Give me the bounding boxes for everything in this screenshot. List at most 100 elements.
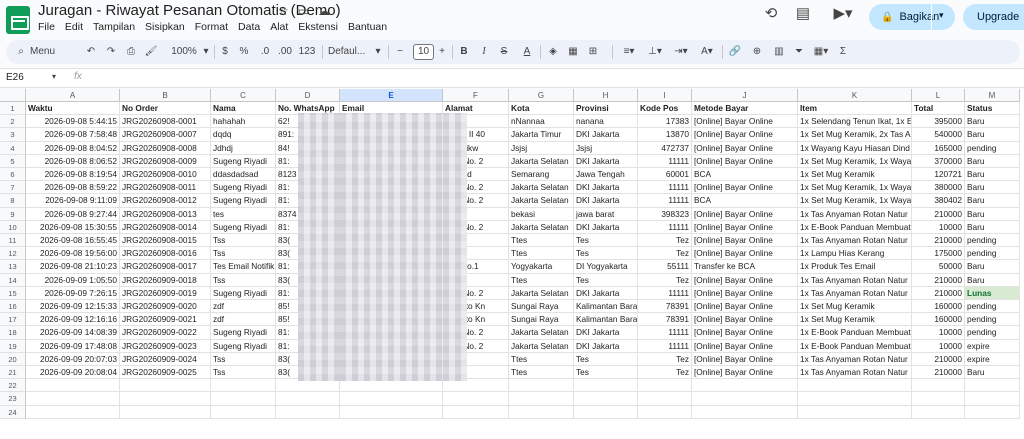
table-cell[interactable]: 2026-09-08 7:58:48 — [26, 128, 120, 142]
table-cell[interactable]: Tez — [638, 234, 692, 248]
name-box-chevron-down-icon[interactable]: ▾ — [52, 72, 56, 81]
column-header-a[interactable]: A — [26, 89, 120, 102]
table-cell[interactable]: 2026-09-09 12:16:16 — [26, 313, 120, 327]
horizontal-align-icon[interactable]: ≡▾ — [620, 40, 638, 64]
font-size-decrease-button[interactable]: − — [394, 40, 406, 64]
table-cell[interactable]: Tes — [574, 234, 638, 248]
table-cell[interactable]: Jakarta Selatan — [509, 220, 574, 234]
table-cell[interactable]: Baru — [965, 181, 1020, 195]
row-header[interactable]: 11 — [0, 234, 26, 248]
row-header[interactable]: 1 — [0, 102, 26, 116]
table-cell[interactable]: 1x Set Mug Keramik — [798, 168, 912, 182]
table-cell[interactable] — [211, 392, 276, 406]
table-cell[interactable]: Ttes — [509, 273, 574, 287]
table-cell[interactable]: Baru — [965, 194, 1020, 208]
table-cell[interactable]: 1x E-Book Panduan Membuat — [798, 326, 912, 340]
table-cell[interactable]: DKI Jakarta — [574, 128, 638, 142]
star-icon[interactable]: ☆ — [278, 4, 289, 18]
table-cell[interactable]: 1x Tas Anyaman Rotan Natur — [798, 366, 912, 380]
table-cell[interactable]: Jakarta Selatan — [509, 154, 574, 168]
row-header[interactable]: 14 — [0, 273, 26, 287]
table-cell[interactable] — [211, 405, 276, 419]
row-header[interactable]: 15 — [0, 286, 26, 300]
table-cell[interactable]: Tez — [638, 366, 692, 380]
table-cell[interactable]: [Online] Bayar Online — [692, 339, 798, 353]
table-cell[interactable]: 380000 — [912, 181, 965, 195]
column-header-j[interactable]: J — [692, 89, 798, 102]
table-cell[interactable]: 78391 — [638, 313, 692, 327]
table-cell[interactable]: [Online] Bayar Online — [692, 286, 798, 300]
table-cell[interactable]: 160000 — [912, 300, 965, 314]
table-cell[interactable]: [Online] Bayar Online — [692, 234, 798, 248]
row-header[interactable]: 5 — [0, 154, 26, 168]
font-size-increase-button[interactable]: + — [436, 40, 448, 64]
table-cell[interactable]: Tss — [211, 247, 276, 261]
table-cell[interactable]: JRG20260909-0022 — [120, 326, 211, 340]
table-cell[interactable]: 55111 — [638, 260, 692, 274]
table-cell[interactable]: [Online] Bayar Online — [692, 300, 798, 314]
header-cell[interactable]: Waktu — [26, 102, 120, 116]
table-cell[interactable]: 2026-09-08 8:59:22 — [26, 181, 120, 195]
table-cell[interactable]: [Online] Bayar Online — [692, 326, 798, 340]
table-cell[interactable]: ddasdadsad — [211, 168, 276, 182]
menu-data[interactable]: Data — [238, 21, 260, 33]
table-cell[interactable]: JRG20260908-0011 — [120, 181, 211, 195]
table-cell[interactable]: 175000 — [912, 247, 965, 261]
table-cell[interactable]: Sungai Raya — [509, 313, 574, 327]
table-cell[interactable]: 2026-09-08 8:04:52 — [26, 141, 120, 155]
zoom-select[interactable]: 100% — [166, 40, 202, 64]
table-cell[interactable]: 11111 — [638, 339, 692, 353]
table-cell[interactable]: DKI Jakarta — [574, 154, 638, 168]
row-header[interactable]: 18 — [0, 326, 26, 340]
column-header-e[interactable]: E — [340, 89, 443, 102]
table-cell[interactable]: 2026-09-08 9:27:44 — [26, 207, 120, 221]
table-cell[interactable]: JRG20260909-0024 — [120, 352, 211, 366]
table-cell[interactable]: 1x Lampu Hias Kerang — [798, 247, 912, 261]
table-cell[interactable]: 2026-09-08 8:19:54 — [26, 168, 120, 182]
table-cell[interactable]: Baru — [965, 115, 1020, 129]
table-cell[interactable]: 1x Set Mug Keramik, 1x Waya — [798, 181, 912, 195]
table-cell[interactable]: nNannaa — [509, 115, 574, 129]
table-cell[interactable]: 2026-09-09 1:05:50 — [26, 273, 120, 287]
table-cell[interactable]: JRG20260908-0015 — [120, 234, 211, 248]
vertical-align-icon[interactable]: ⊥▾ — [646, 40, 664, 64]
table-cell[interactable] — [912, 379, 965, 393]
table-cell[interactable]: 78391 — [638, 300, 692, 314]
table-cell[interactable]: JRG20260909-0021 — [120, 313, 211, 327]
table-cell[interactable]: pending — [965, 313, 1020, 327]
table-cell[interactable]: 210000 — [912, 366, 965, 380]
menu-sisipkan[interactable]: Sisipkan — [145, 21, 185, 33]
table-cell[interactable]: Tes — [574, 366, 638, 380]
table-cell[interactable]: 10000 — [912, 339, 965, 353]
currency-format-button[interactable]: $ — [220, 40, 230, 64]
table-cell[interactable]: Sungai Raya — [509, 300, 574, 314]
meet-icon[interactable]: ▶▾ — [826, 3, 860, 25]
table-cell[interactable]: 380402 — [912, 194, 965, 208]
font-family-select[interactable]: Defaul... — [328, 40, 374, 64]
table-cell[interactable] — [638, 392, 692, 406]
share-dropdown-icon[interactable]: ▾ — [939, 10, 944, 21]
table-cell[interactable]: nanana — [574, 115, 638, 129]
table-cell[interactable]: [Online] Bayar Online — [692, 128, 798, 142]
header-cell[interactable]: Nama — [211, 102, 276, 116]
table-cell[interactable]: JRG20260908-0012 — [120, 194, 211, 208]
filter-views-icon[interactable]: ▦▾ — [812, 40, 830, 64]
text-color-icon[interactable]: A — [520, 40, 534, 64]
table-cell[interactable]: Tes Email Notifik — [211, 260, 276, 274]
table-cell[interactable]: 160000 — [912, 313, 965, 327]
column-header-d[interactable]: D — [276, 89, 340, 102]
table-cell[interactable]: JRG20260909-0023 — [120, 339, 211, 353]
table-cell[interactable]: Baru — [965, 207, 1020, 221]
table-cell[interactable]: 1x Set Mug Keramik — [798, 313, 912, 327]
table-cell[interactable]: BCA — [692, 168, 798, 182]
table-cell[interactable]: pending — [965, 247, 1020, 261]
insert-chart-icon[interactable]: ▥ — [772, 40, 786, 64]
table-cell[interactable]: 2026-09-08 19:56:00 — [26, 247, 120, 261]
table-cell[interactable]: [Online] Bayar Online — [692, 352, 798, 366]
table-cell[interactable]: Jsjsj — [574, 141, 638, 155]
table-cell[interactable]: JRG20260909-0018 — [120, 273, 211, 287]
table-cell[interactable]: Tez — [638, 273, 692, 287]
table-cell[interactable]: JRG20260908-0010 — [120, 168, 211, 182]
table-cell[interactable] — [798, 379, 912, 393]
italic-icon[interactable]: I — [478, 40, 490, 64]
